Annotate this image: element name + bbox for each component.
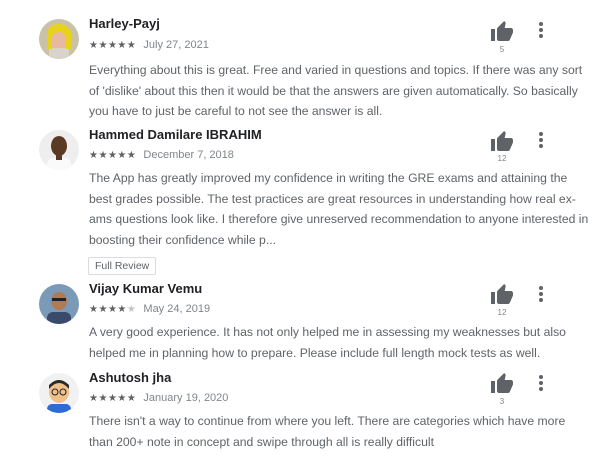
like-count: 12	[497, 308, 507, 317]
thumbs-up-icon[interactable]	[490, 20, 514, 44]
avatar	[39, 284, 79, 324]
avatar-yellow-hair-icon	[39, 19, 79, 59]
review-text: There isn't a way to continue from where…	[89, 414, 566, 449]
avatar-cartoon-icon	[39, 373, 79, 413]
review-meta: ★★★★★ January 19, 2020	[89, 392, 228, 404]
review-meta: ★★★★★ December 7, 2018	[89, 149, 234, 161]
full-review-button[interactable]: Full Review	[88, 257, 157, 275]
star-rating: ★★★★★	[89, 393, 137, 404]
review-text: Everything about this is great. Free and…	[89, 63, 583, 118]
like-count: 3	[499, 397, 505, 406]
thumbs-up-icon[interactable]	[490, 283, 514, 307]
review-author: Hammed Damilare IBRAHIM	[89, 127, 262, 142]
avatar	[39, 19, 79, 59]
avatar-person-icon	[39, 284, 79, 324]
review-author: Ashutosh jha	[89, 370, 172, 385]
more-options-icon[interactable]	[534, 285, 548, 305]
more-options-icon[interactable]	[534, 21, 548, 41]
review-author: Vijay Kumar Vemu	[89, 281, 203, 296]
thumbs-up-icon[interactable]	[490, 372, 514, 396]
avatar	[39, 130, 79, 170]
like-count: 12	[497, 154, 507, 163]
review-meta: ★★★★★ July 27, 2021	[89, 39, 209, 51]
review-date: May 24, 2019	[143, 303, 211, 315]
review-date: December 7, 2018	[143, 149, 234, 161]
review-date: July 27, 2021	[143, 39, 209, 51]
like-count: 5	[499, 45, 505, 54]
star-rating: ★★★★★	[89, 40, 137, 51]
star-rating: ★★★★★	[89, 150, 137, 161]
more-options-icon[interactable]	[534, 374, 548, 394]
star-rating: ★★★★★	[89, 304, 137, 315]
review-date: January 19, 2020	[143, 392, 229, 404]
review-text: A very good experience. It has not only …	[89, 325, 566, 360]
avatar	[39, 373, 79, 413]
more-options-icon[interactable]	[534, 131, 548, 151]
avatar-person-icon	[39, 130, 79, 170]
review-author: Harley-Payj	[89, 16, 160, 31]
review-text: The App has greatly improved my confiden…	[89, 171, 589, 247]
review-meta: ★★★★★ May 24, 2019	[89, 303, 210, 315]
thumbs-up-icon[interactable]	[490, 130, 514, 154]
